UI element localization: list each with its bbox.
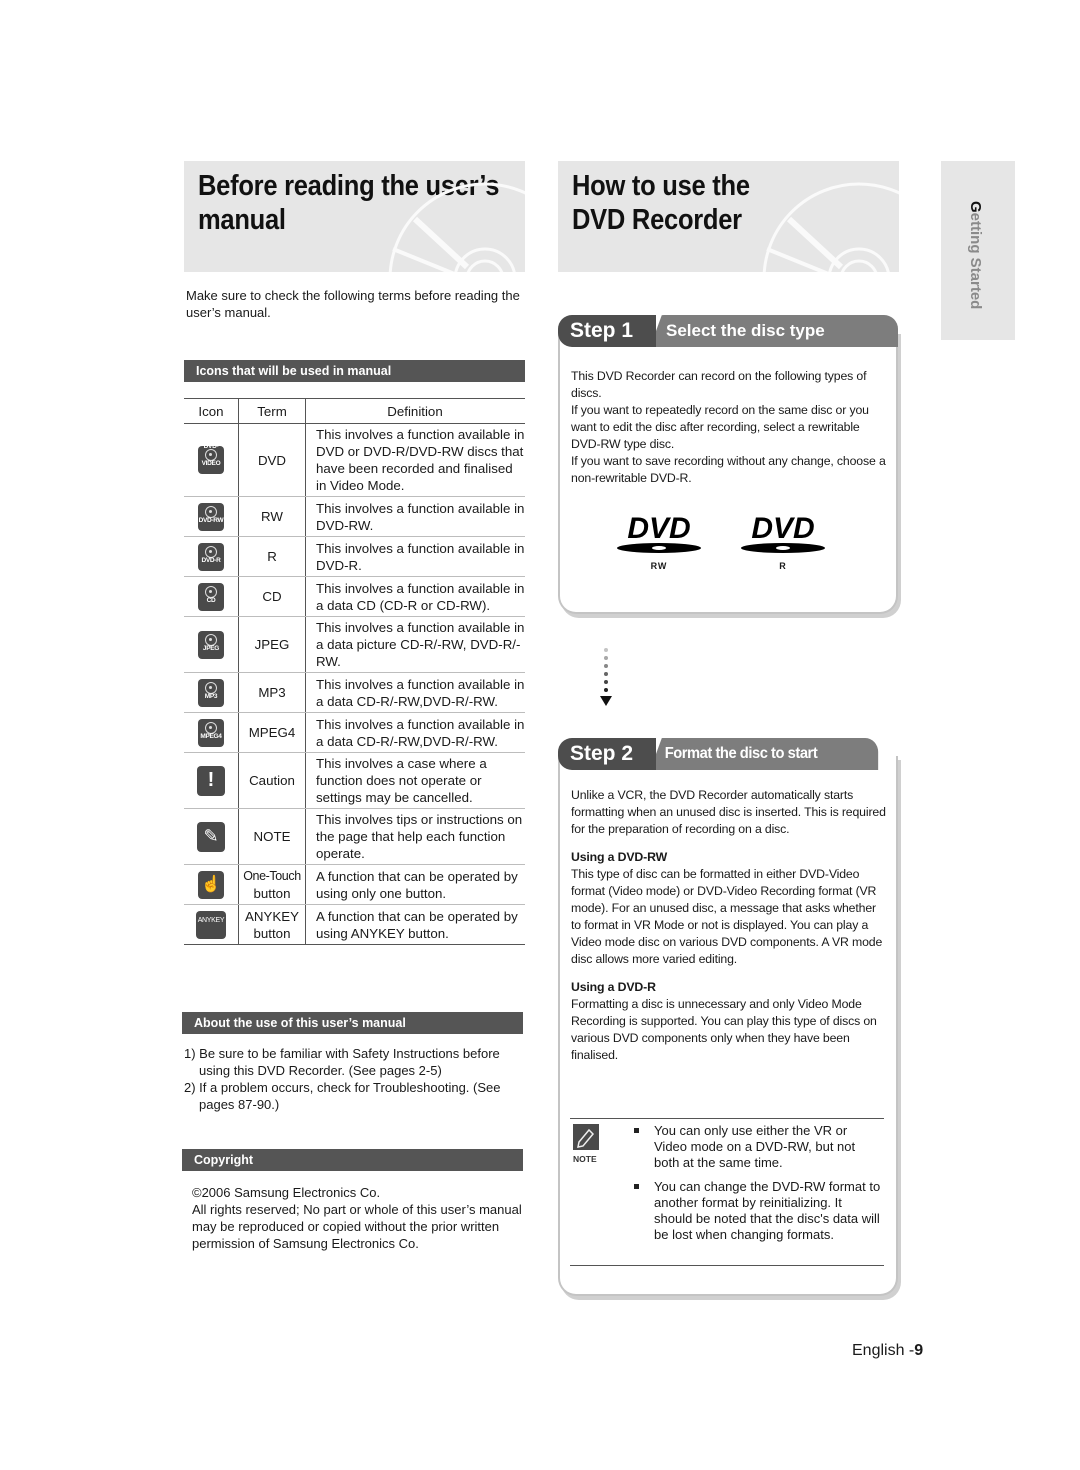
definition-cell: This involves a function available in DV…: [305, 536, 525, 577]
step2-label: Step 2: [558, 738, 656, 770]
about-item: 1) Be sure to be familiar with Safety In…: [184, 1046, 500, 1078]
term-cell: One-Touch button: [238, 864, 306, 905]
column-header-term: Term: [238, 398, 306, 424]
left-title-banner: Before reading the user’s manual: [184, 161, 525, 272]
svg-text:DVD: DVD: [627, 512, 690, 545]
term-cell: DVD: [238, 423, 306, 497]
mpeg4-icon: MPEG4: [198, 718, 224, 747]
right-title-banner: How to use the DVD Recorder: [558, 161, 899, 272]
dvd-r-logo: DVD R: [738, 512, 828, 571]
jpeg-icon: JPEG: [198, 630, 224, 659]
column-header-icon: Icon: [184, 398, 239, 424]
table-row: DVD-RW RW This involves a function avail…: [184, 496, 525, 537]
intro-text: Make sure to check the following terms b…: [186, 288, 520, 320]
note-list: You can only use either the VR or Video …: [632, 1123, 882, 1251]
page-language: English -: [852, 1342, 915, 1359]
definition-cell: This involves a case where a function do…: [305, 752, 525, 809]
one-touch-hand-icon: ☝: [198, 870, 224, 899]
definition-cell: This involves a function available in a …: [305, 616, 525, 673]
dvd-r-text: Formatting a disc is unnecessary and onl…: [571, 997, 877, 1062]
about-list: 1) Be sure to be familiar with Safety In…: [184, 1045, 529, 1113]
dvd-rw-heading: Using a DVD-RW: [571, 850, 668, 864]
definition-cell: This involves a function available in DV…: [305, 423, 525, 497]
table-row: ☝ One-Touch button A function that can be…: [184, 864, 525, 905]
page-number: English -9: [852, 1342, 923, 1360]
step2-body: Unlike a VCR, the DVD Recorder automatic…: [571, 787, 889, 1064]
definition-cell: This involves a function available in a …: [305, 712, 525, 753]
step1-paragraph: If you want to save recording without an…: [571, 454, 886, 485]
dvd-rw-logo: DVD RW: [614, 512, 704, 571]
dotted-down-arrow-icon: [600, 648, 612, 706]
copyright-line: ©2006 Samsung Electronics Co.: [192, 1185, 381, 1200]
definition-cell: A function that can be operated by using…: [305, 864, 525, 905]
dvd-video-icon: DVD-VIDEO: [198, 443, 224, 474]
step1-paragraph: If you want to repeatedly record on the …: [571, 403, 869, 451]
disc-watermark-icon: [388, 182, 525, 272]
step2-title: Format the disc to start recording: [650, 738, 879, 794]
table-row: CD CD This involves a function available…: [184, 576, 525, 617]
caution-icon: !: [197, 765, 225, 796]
table-row: JPEG JPEG This involves a function avail…: [184, 616, 525, 673]
note-box: NOTE You can only use either the VR or V…: [570, 1118, 884, 1266]
table-row: ! Caution This involves a case where a f…: [184, 752, 525, 809]
step1-paragraph: This DVD Recorder can record on the foll…: [571, 369, 867, 400]
note-label: NOTE: [573, 1154, 597, 1164]
dvd-rw-caption: RW: [650, 561, 668, 571]
note-item: You can only use either the VR or Video …: [632, 1123, 882, 1171]
anykey-icon: ANYKEY: [196, 910, 226, 939]
icons-table: Icon Term Definition DVD-VIDEO DVD This …: [184, 398, 525, 945]
dvd-r-icon: DVD-R: [198, 542, 224, 571]
note-pencil-icon: ✎: [197, 821, 225, 852]
step2-header: Format the disc to start recording Step …: [558, 738, 898, 794]
definition-cell: This involves a function available in a …: [305, 576, 525, 617]
term-cell: RW: [238, 496, 306, 537]
dvd-logo-icon: DVD: [741, 512, 825, 553]
cd-icon: CD: [198, 582, 224, 611]
table-row: MPEG4 MPEG4 This involves a function ava…: [184, 712, 525, 753]
svg-text:DVD: DVD: [751, 512, 814, 545]
mp3-icon: MP3: [198, 678, 224, 707]
table-row: ANYKEY ANYKEY button A function that can …: [184, 904, 525, 945]
term-cell: JPEG: [238, 616, 306, 673]
term-cell: R: [238, 536, 306, 577]
table-row: DVD-VIDEO DVD This involves a function a…: [184, 423, 525, 497]
note-item: You can change the DVD-RW format to anot…: [632, 1179, 882, 1243]
term-cell: CD: [238, 576, 306, 617]
dvd-r-heading: Using a DVD-R: [571, 980, 656, 994]
icons-section-heading: Icons that will be used in manual: [184, 360, 525, 382]
dvd-r-caption: R: [779, 561, 787, 571]
section-tab-getting-started[interactable]: Getting Started: [941, 161, 1015, 340]
table-header-row: Icon Term Definition: [184, 398, 525, 424]
definition-cell: This involves a function available in a …: [305, 672, 525, 713]
dvd-logo-icon: DVD: [617, 512, 701, 553]
term-cell: MP3: [238, 672, 306, 713]
table-row: DVD-R R This involves a function availab…: [184, 536, 525, 577]
copyright-section-heading: Copyright: [182, 1149, 523, 1171]
definition-cell: This involves a function available in DV…: [305, 496, 525, 537]
term-cell: Caution: [238, 752, 306, 809]
term-cell: MPEG4: [238, 712, 306, 753]
table-row: MP3 MP3 This involves a function availab…: [184, 672, 525, 713]
table-row: ✎ NOTE This involves tips or instruction…: [184, 808, 525, 865]
disc-watermark-icon: [762, 182, 899, 272]
step1-label: Step 1: [558, 315, 656, 347]
term-cell: ANYKEY button: [238, 904, 306, 945]
note-pencil-icon: [573, 1124, 599, 1150]
definition-cell: A function that can be operated by using…: [305, 904, 525, 945]
section-tab-label: Getting Started: [967, 201, 984, 310]
dvd-rw-text: This type of disc can be formatted in ei…: [571, 867, 883, 966]
definition-cell: This involves tips or instructions on th…: [305, 808, 525, 865]
copyright-rights: All rights reserved; No part or whole of…: [192, 1202, 522, 1251]
term-cell: NOTE: [238, 808, 306, 865]
about-item: 2) If a problem occurs, check for Troubl…: [184, 1080, 501, 1112]
step1-title: Select the disc type: [650, 315, 898, 347]
step1-header: Select the disc type Step 1: [558, 315, 898, 347]
step2-intro: Unlike a VCR, the DVD Recorder automatic…: [571, 788, 886, 836]
about-section-heading: About the use of this user’s manual: [182, 1012, 523, 1034]
page-number-value: 9: [914, 1342, 924, 1359]
step1-body: This DVD Recorder can record on the foll…: [571, 368, 889, 487]
copyright-text: ©2006 Samsung Electronics Co. All rights…: [192, 1184, 532, 1252]
column-header-definition: Definition: [305, 398, 525, 424]
dvd-rw-icon: DVD-RW: [198, 502, 224, 531]
